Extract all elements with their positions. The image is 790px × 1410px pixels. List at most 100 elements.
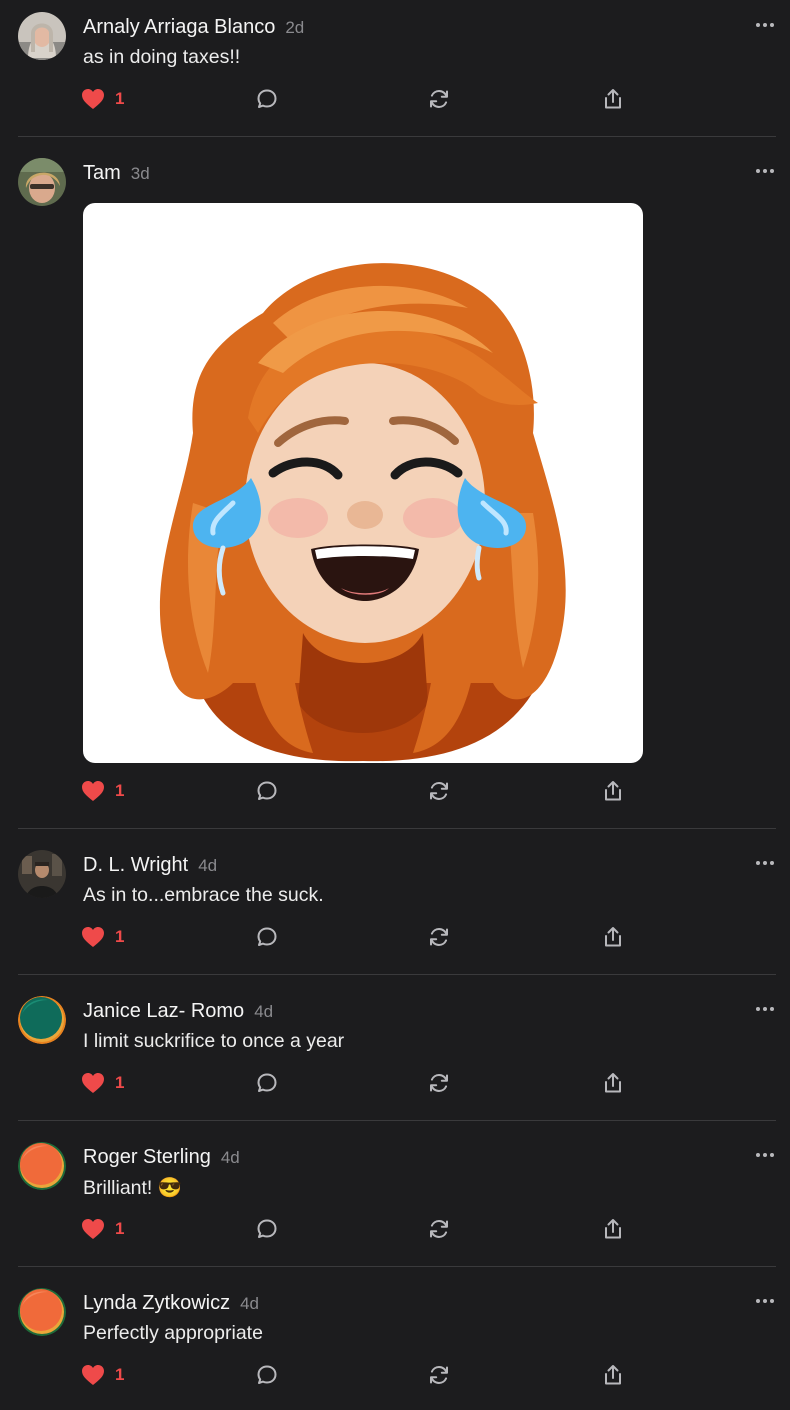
author-name[interactable]: Arnaly Arriaga Blanco 2d [83,16,304,39]
attached-image[interactable] [83,203,643,763]
divider [18,1266,776,1267]
more-options-icon[interactable] [752,164,778,176]
comment-feed: Arnaly Arriaga Blanco 2d as in doing taxe… [0,0,790,1410]
like-button[interactable]: 1 [81,776,124,806]
post-time: 2d [285,18,305,37]
post-time: 4d [254,1002,274,1021]
post-time: 4d [240,1294,260,1313]
comment-text: Perfectly appropriate [83,1322,263,1344]
share-icon [605,1219,621,1239]
restack-icon [430,1365,448,1385]
restack-icon [430,781,448,801]
action-bar: 1 [0,1360,790,1390]
share-button[interactable] [601,1068,625,1098]
like-button[interactable]: 1 [81,1214,124,1244]
restack-button[interactable] [427,84,451,114]
share-button[interactable] [601,922,625,952]
restack-button[interactable] [427,1360,451,1390]
author-name-text[interactable]: Tam [83,162,121,184]
restack-icon [430,1073,448,1093]
comment-bubble-icon [257,781,277,800]
avatar-photo-icon [18,12,66,60]
author-name[interactable]: Tam 3d [83,162,150,185]
default-avatar-teal-icon [18,996,66,1044]
default-avatar-orange-icon [18,1142,66,1190]
more-options-icon[interactable] [752,1002,778,1014]
comment-text: as in doing taxes!! [83,46,241,68]
reply-button[interactable] [255,776,279,806]
action-bar: 1 [0,776,790,806]
heart-icon [82,1365,104,1385]
more-options-icon[interactable] [752,1148,778,1160]
share-icon [605,781,621,801]
share-button[interactable] [601,776,625,806]
author-name-text[interactable]: Janice Laz- Romo [83,1000,244,1022]
post-time: 3d [130,164,150,183]
author-name[interactable]: Lynda Zytkowicz 4d [83,1292,259,1315]
share-icon [605,1073,621,1093]
avatar[interactable] [18,12,66,60]
more-options-icon[interactable] [752,18,778,30]
author-name-text[interactable]: D. L. Wright [83,854,188,876]
memoji-tears-of-joy-icon [159,263,566,762]
like-button[interactable]: 1 [81,1068,124,1098]
comment-text: I limit suckrifice to once a year [83,1030,345,1052]
like-button[interactable]: 1 [81,1360,124,1390]
post-time: 4d [198,856,218,875]
avatar[interactable] [18,1288,66,1336]
like-button[interactable]: 1 [81,922,124,952]
restack-icon [430,927,448,947]
author-name[interactable]: D. L. Wright 4d [83,854,217,877]
divider [18,1120,776,1121]
restack-button[interactable] [427,922,451,952]
more-options-icon[interactable] [752,1294,778,1306]
divider [18,974,776,975]
share-button[interactable] [601,84,625,114]
comment-bubble-icon [257,1365,277,1384]
reply-button[interactable] [255,1360,279,1390]
author-name[interactable]: Janice Laz- Romo 4d [83,1000,273,1023]
comment-bubble-icon [257,1219,277,1238]
divider [18,828,776,829]
action-bar: 1 [0,922,790,952]
author-name-text[interactable]: Arnaly Arriaga Blanco [83,16,275,38]
author-name-text[interactable]: Roger Sterling [83,1146,211,1168]
comment-bubble-icon [257,89,277,108]
restack-icon [430,89,448,109]
reply-button[interactable] [255,1214,279,1244]
reply-button[interactable] [255,922,279,952]
avatar[interactable] [18,158,66,206]
comment-bubble-icon [257,927,277,946]
reply-button[interactable] [255,84,279,114]
more-options-icon[interactable] [752,856,778,868]
like-button[interactable]: 1 [81,84,124,114]
action-bar: 1 [0,1214,790,1244]
heart-icon [82,927,104,947]
share-icon [605,89,621,109]
author-name[interactable]: Roger Sterling 4d [83,1146,240,1169]
heart-icon [82,1219,104,1239]
heart-icon [82,781,104,801]
avatar[interactable] [18,1142,66,1190]
like-count: 1 [115,927,125,946]
action-bar: 1 [0,84,790,114]
share-button[interactable] [601,1214,625,1244]
restack-button[interactable] [427,1068,451,1098]
restack-icon [430,1219,448,1239]
reply-button[interactable] [255,1068,279,1098]
comment-text: Brilliant! 😎 [83,1177,183,1199]
author-name-text[interactable]: Lynda Zytkowicz [83,1292,230,1314]
divider [18,136,776,137]
default-avatar-orange-icon [18,1288,66,1336]
heart-icon [82,89,104,109]
heart-icon [82,1073,104,1093]
share-button[interactable] [601,1360,625,1390]
share-icon [605,1365,621,1385]
restack-button[interactable] [427,776,451,806]
avatar-photo-icon [18,850,66,898]
like-count: 1 [115,1073,125,1092]
avatar[interactable] [18,996,66,1044]
like-count: 1 [115,781,125,800]
avatar[interactable] [18,850,66,898]
restack-button[interactable] [427,1214,451,1244]
